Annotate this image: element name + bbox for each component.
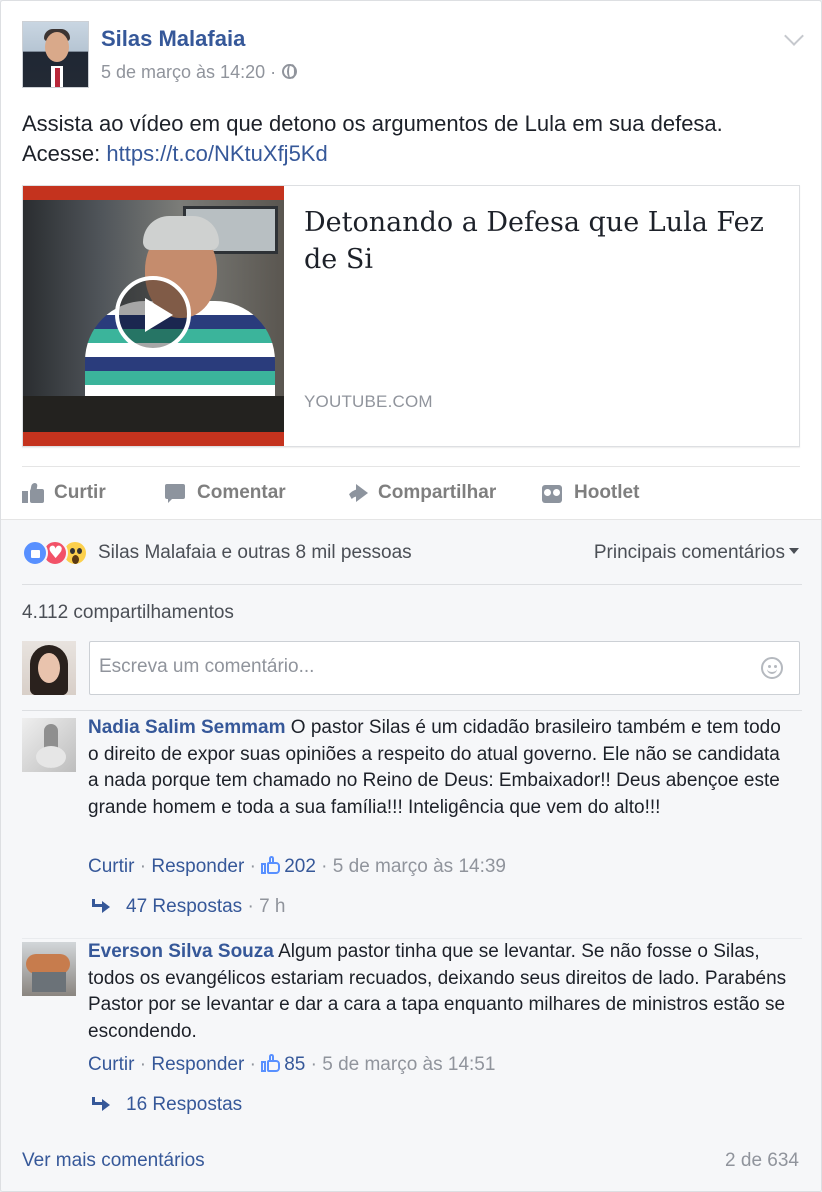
view-more-comments-link[interactable]: Ver mais comentários: [22, 1150, 205, 1172]
video-thumbnail[interactable]: [23, 186, 284, 446]
view-replies-link[interactable]: 47 Respostas · 7 h: [92, 896, 286, 918]
top-comments-dropdown[interactable]: Principais comentários: [594, 542, 799, 564]
top-comments-label: Principais comentários: [593, 542, 785, 563]
comment-like-count[interactable]: 202: [284, 856, 316, 877]
replies-age: · 7 h: [242, 896, 286, 917]
post-text-line: Assista ao vídeo em que detono os argume…: [22, 111, 723, 136]
action-bar: Curtir Comentar Compartilhar Hootlet: [22, 475, 802, 511]
divider: [22, 584, 802, 585]
comment-reply-link[interactable]: Responder: [151, 856, 244, 877]
post-link[interactable]: https://t.co/NKtuXfj5Kd: [106, 141, 327, 166]
preview-title[interactable]: Detonando a Defesa que Lula Fez de Si: [304, 204, 774, 278]
post-timestamp[interactable]: 5 de março às 14:20 ·: [101, 62, 298, 83]
replies-count: 47 Respostas: [126, 896, 243, 917]
reactions-text[interactable]: Silas Malafaia e outras 8 mil pessoas: [98, 542, 412, 564]
comment-author[interactable]: Everson Silva Souza: [88, 941, 274, 962]
comment-time[interactable]: 5 de março às 14:39: [333, 856, 506, 877]
view-replies-link[interactable]: 16 Respostas: [92, 1094, 242, 1116]
thumb-up-icon: [261, 1054, 281, 1072]
reply-arrow-icon: [92, 899, 110, 913]
commenter-avatar[interactable]: [22, 718, 76, 772]
comment-time[interactable]: 5 de março às 14:51: [322, 1054, 495, 1075]
post-text-prefix: Acesse:: [22, 141, 107, 166]
author-avatar[interactable]: [22, 21, 89, 88]
link-preview[interactable]: Detonando a Defesa que Lula Fez de Si YO…: [22, 185, 800, 447]
share-label: Compartilhar: [378, 482, 497, 503]
comment-actions: Curtir · Responder · 202 · 5 de março às…: [88, 856, 506, 877]
divider: [22, 710, 802, 711]
owl-icon: [542, 483, 564, 503]
user-avatar: [22, 641, 76, 695]
caret-down-icon: [789, 548, 799, 554]
like-button[interactable]: Curtir: [22, 475, 106, 511]
comment-body: Nadia Salim Semmam O pastor Silas é um c…: [88, 715, 788, 821]
share-button[interactable]: Compartilhar: [346, 475, 496, 511]
like-icon: [22, 483, 44, 503]
comment-actions: Curtir · Responder · 85 · 5 de março às …: [88, 1054, 496, 1075]
reactions-summary[interactable]: Silas Malafaia e outras 8 mil pessoas: [22, 540, 412, 566]
comment-item: Everson Silva Souza Algum pastor tinha q…: [22, 939, 802, 1122]
author-name[interactable]: Silas Malafaia: [101, 26, 245, 52]
preview-source: YOUTUBE.COM: [304, 392, 433, 411]
reply-arrow-icon: [92, 1097, 110, 1111]
comment-input[interactable]: Escreva um comentário...: [89, 641, 800, 695]
comment-author[interactable]: Nadia Salim Semmam: [88, 717, 285, 738]
comments-pager: 2 de 634: [725, 1150, 799, 1171]
hootlet-button[interactable]: Hootlet: [542, 475, 639, 511]
play-button[interactable]: [115, 276, 191, 352]
comment-like-link[interactable]: Curtir: [88, 1054, 134, 1075]
post-text: Assista ao vídeo em que detono os argume…: [22, 109, 802, 169]
hootlet-label: Hootlet: [574, 482, 640, 503]
comment-reply-link[interactable]: Responder: [151, 1054, 244, 1075]
commenter-avatar[interactable]: [22, 942, 76, 996]
comment-item: Nadia Salim Semmam O pastor Silas é um c…: [22, 715, 802, 928]
post-header: Silas Malafaia 5 de março às 14:20 ·: [22, 21, 804, 91]
like-label: Curtir: [54, 482, 106, 503]
replies-count: 16 Respostas: [126, 1094, 243, 1115]
divider: [22, 466, 800, 467]
comment-icon: [165, 483, 187, 503]
play-icon: [145, 298, 173, 332]
share-icon: [346, 483, 368, 503]
comment-placeholder: Escreva um comentário...: [99, 656, 315, 677]
thumb-up-icon: [261, 856, 281, 874]
smiley-icon[interactable]: [761, 657, 783, 679]
comment-like-link[interactable]: Curtir: [88, 856, 134, 877]
globe-icon: [282, 64, 298, 79]
timestamp-text[interactable]: 5 de março às 14:20 ·: [101, 62, 276, 82]
comment-label: Comentar: [197, 482, 286, 503]
comment-button[interactable]: Comentar: [165, 475, 286, 511]
feedback-section: Silas Malafaia e outras 8 mil pessoas Pr…: [1, 519, 821, 1191]
shares-count[interactable]: 4.112 compartilhamentos: [22, 602, 234, 624]
comment-body: Everson Silva Souza Algum pastor tinha q…: [88, 939, 788, 1045]
comment-like-count[interactable]: 85: [284, 1054, 305, 1075]
chevron-down-icon[interactable]: [784, 26, 804, 46]
like-reaction-icon: [22, 540, 48, 566]
post-card: Silas Malafaia 5 de março às 14:20 · Ass…: [0, 0, 822, 1192]
